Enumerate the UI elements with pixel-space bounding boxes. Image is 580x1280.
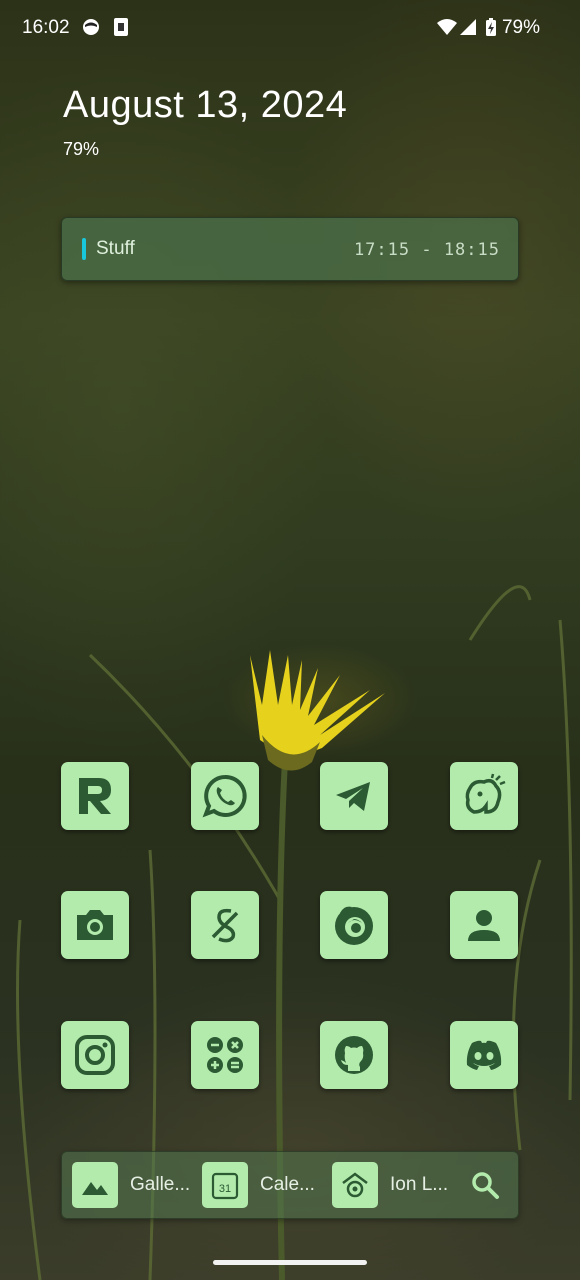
clock-date[interactable]: August 13, 2024 <box>63 84 347 127</box>
dock-item-calendar[interactable]: 31 Cale... <box>202 1162 315 1208</box>
revolut-r-icon <box>79 778 111 814</box>
whatsapp-icon <box>202 774 247 818</box>
search-icon <box>472 1172 499 1199</box>
elephant-icon <box>465 773 506 814</box>
app-revolut[interactable] <box>61 762 129 830</box>
cell-signal-icon <box>459 17 477 37</box>
app-telegram[interactable] <box>320 762 388 830</box>
calendar-31-icon: 31 <box>202 1162 248 1208</box>
app-whatsapp[interactable] <box>191 762 259 830</box>
dock-item-gallery[interactable]: Galle... <box>72 1162 190 1208</box>
calendar-day-number: 31 <box>219 1183 231 1195</box>
contact-icon <box>468 910 500 941</box>
wifi-icon <box>436 17 458 37</box>
dock-item-ion-launcher[interactable]: Ion L... <box>332 1162 448 1208</box>
gallery-mountain-icon <box>72 1162 118 1208</box>
dock-label-gallery: Galle... <box>130 1174 191 1195</box>
instagram-icon <box>75 1035 115 1075</box>
app-firefox[interactable] <box>320 891 388 959</box>
app-camera[interactable] <box>61 891 129 959</box>
telegram-icon <box>336 782 370 811</box>
dock-label-calendar: Cale... <box>260 1174 315 1195</box>
status-battery-percent: 79% <box>501 17 540 38</box>
app-splitwise[interactable] <box>191 891 259 959</box>
discord-icon <box>466 1040 502 1070</box>
dock-search-button[interactable] <box>466 1166 504 1204</box>
event-title: Stuff <box>96 238 135 259</box>
app-contacts[interactable] <box>450 891 518 959</box>
event-time-range: 17:15 - 18:15 <box>353 240 500 260</box>
gesture-nav-handle[interactable] <box>213 1260 367 1265</box>
sim-notification-icon <box>113 17 129 37</box>
app-github[interactable] <box>320 1021 388 1089</box>
dock: Galle... 31 Cale... Ion L... <box>61 1151 519 1219</box>
calendar-event-widget[interactable]: Stuff 17:15 - 18:15 <box>61 217 519 281</box>
clock-battery: 79% <box>63 139 100 159</box>
ion-launcher-icon <box>332 1162 378 1208</box>
battery-charging-icon <box>485 17 497 37</box>
event-color-bar <box>82 238 86 260</box>
calculator-icon <box>207 1037 243 1073</box>
github-icon <box>335 1036 373 1074</box>
split-icon <box>211 908 239 943</box>
camera-icon <box>77 910 113 940</box>
app-discord[interactable] <box>450 1021 518 1089</box>
dock-label-ion-launcher: Ion L... <box>390 1174 449 1195</box>
app-calculator[interactable] <box>191 1021 259 1089</box>
face-notification-icon <box>81 17 101 37</box>
app-instagram[interactable] <box>61 1021 129 1089</box>
firefox-icon <box>335 906 373 945</box>
app-mastodon[interactable] <box>450 762 518 830</box>
status-bar: 16:02 79% <box>0 0 580 56</box>
status-time: 16:02 <box>22 17 70 38</box>
